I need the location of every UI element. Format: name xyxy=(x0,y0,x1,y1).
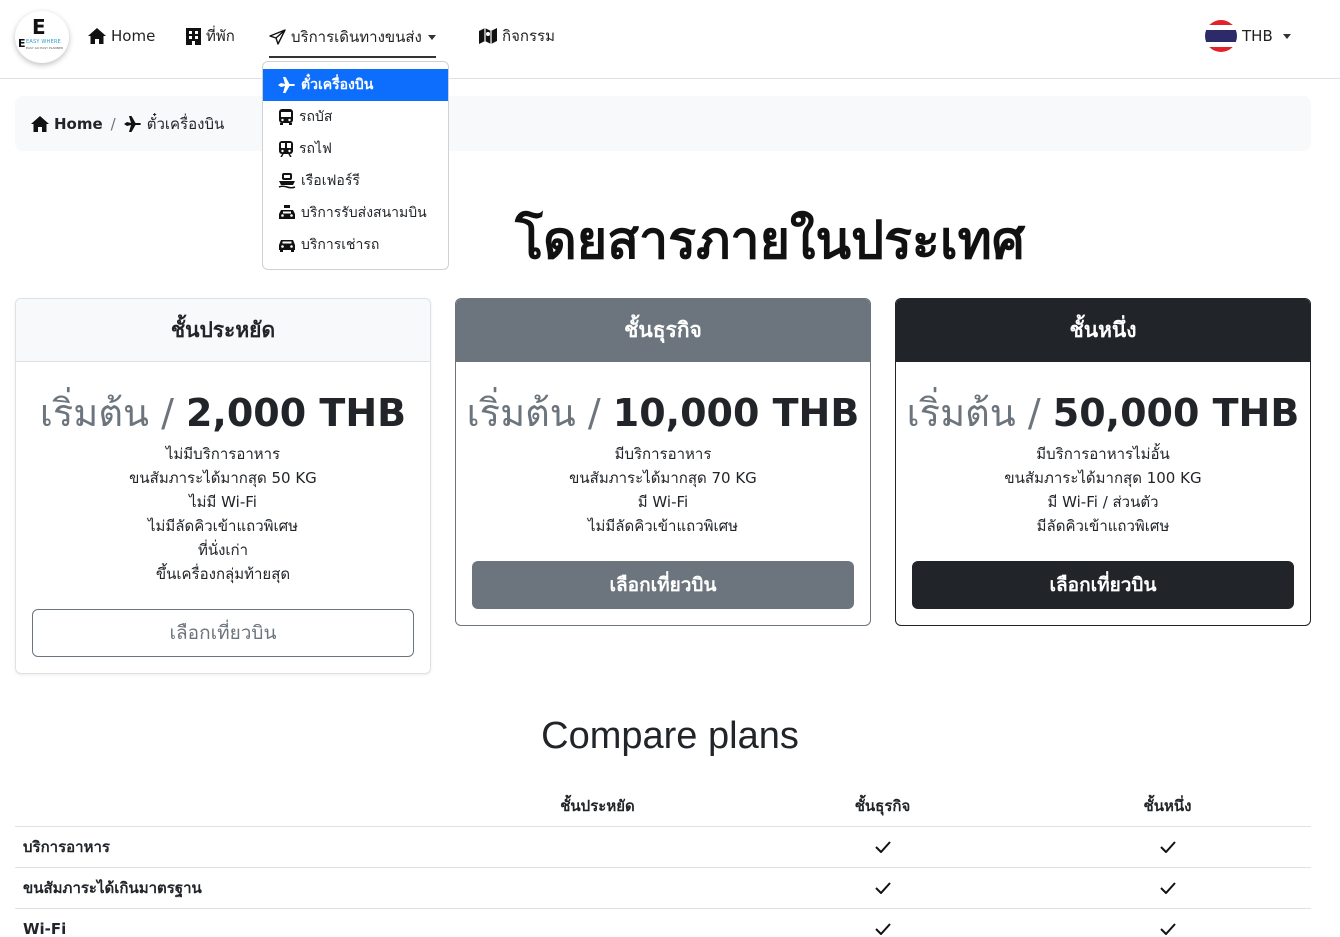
plane-icon xyxy=(123,115,141,132)
plan-feature: ไม่มีลัดคิวเข้าแถวพิเศษ xyxy=(587,517,739,535)
plan-price: เริ่มต้น / 50,000 THB xyxy=(906,391,1300,435)
check-icon xyxy=(740,868,1025,908)
chevron-down-icon xyxy=(427,34,436,40)
plan-feature: ไม่มีบริการอาหาร xyxy=(165,445,281,463)
dropdown-item-airport-transfer[interactable]: บริการรับส่งสนามบิน xyxy=(263,197,448,229)
home-icon xyxy=(31,115,49,132)
check-icon xyxy=(740,827,1025,867)
dropdown-item-label: บริการรับส่งสนามบิน xyxy=(301,205,427,221)
plan-feature: ไม่มีลัดคิวเข้าแถวพิเศษ xyxy=(147,517,299,535)
row-label: บริการอาหาร xyxy=(23,838,110,856)
plan-price: เริ่มต้น / 2,000 THB xyxy=(39,391,407,435)
nav-home[interactable]: Home xyxy=(88,24,155,48)
compare-table: ชั้นประหยัด ชั้นธุรกิจ ชั้นหนึ่ง บริการอ… xyxy=(15,786,1311,937)
dropdown-item-train[interactable]: รถไฟ xyxy=(263,133,448,165)
breadcrumb-current: ตั๋วเครื่องบิน xyxy=(123,112,225,136)
page-title: โดยสารภายในประเทศ xyxy=(515,211,1025,271)
map-icon xyxy=(479,28,497,44)
plan-feature: มี Wi-Fi xyxy=(637,493,689,511)
home-icon xyxy=(88,28,106,44)
logo-letter-small: E xyxy=(18,37,26,50)
plan-name: ชั้นประหยัด xyxy=(16,299,430,362)
plan-features: มีบริการอาหารไม่อั้น ขนสัมภาระได้มากสุด … xyxy=(896,442,1310,538)
nav-transport-label: บริการเดินทางขนส่ง xyxy=(291,28,422,46)
table-row: ขนสัมภาระได้เกินมาตรฐาน xyxy=(15,868,1311,909)
logo-tagline: EASY WHERE xyxy=(26,39,61,45)
plan-card-business: ชั้นธุรกิจ เริ่มต้น / 10,000 THB มีบริกา… xyxy=(455,298,871,626)
plan-feature: ขนสัมภาระได้มากสุด 50 KG xyxy=(129,469,317,487)
select-flight-button[interactable]: เลือกเที่ยวบิน xyxy=(472,561,854,609)
brand-logo[interactable]: E E EASY WHERE EASY GO EASY PLANNER xyxy=(15,11,69,63)
nav-transport-dropdown[interactable]: บริการเดินทางขนส่ง xyxy=(269,24,436,58)
breadcrumb: Home / ตั๋วเครื่องบิน xyxy=(15,96,1311,151)
breadcrumb-separator: / xyxy=(110,114,116,133)
taxi-icon xyxy=(279,205,295,219)
bus-icon xyxy=(279,109,293,125)
breadcrumb-home[interactable]: Home xyxy=(31,115,103,133)
check-icon xyxy=(1025,868,1310,908)
dropdown-item-label: บริการเช่ารถ xyxy=(301,237,380,253)
nav-home-label: Home xyxy=(111,27,156,45)
table-row: บริการอาหาร xyxy=(15,827,1311,868)
table-header-row: ชั้นประหยัด ชั้นธุรกิจ ชั้นหนึ่ง xyxy=(15,786,1311,827)
plan-feature: มีบริการอาหาร xyxy=(614,445,712,463)
plan-price: เริ่มต้น / 10,000 THB xyxy=(466,391,860,435)
plan-features: ไม่มีบริการอาหาร ขนสัมภาระได้มากสุด 50 K… xyxy=(16,442,430,586)
dropdown-item-bus[interactable]: รถบัส xyxy=(263,101,448,133)
check-icon xyxy=(740,909,1025,937)
plan-name: ชั้นหนึ่ง xyxy=(896,299,1310,362)
paper-plane-icon xyxy=(269,29,286,45)
plan-feature: ขึ้นเครื่องกลุ่มท้ายสุด xyxy=(155,565,291,583)
check-icon xyxy=(1025,827,1310,867)
plan-feature: ขนสัมภาระได้มากสุด 100 KG xyxy=(1004,469,1202,487)
compare-title: Compare plans xyxy=(541,715,799,757)
select-flight-button[interactable]: เลือกเที่ยวบิน xyxy=(912,561,1294,609)
row-label: Wi-Fi xyxy=(23,920,67,937)
transport-dropdown-menu: ตั๋วเครื่องบิน รถบัส รถไฟ เรือเฟอร์รี บร… xyxy=(262,61,449,270)
table-header-cell: ชั้นประหยัด xyxy=(560,797,635,815)
logo-letter: E xyxy=(32,15,46,39)
plan-card-first-class: ชั้นหนึ่ง เริ่มต้น / 50,000 THB มีบริการ… xyxy=(895,298,1311,626)
plan-feature: มีลัดคิวเข้าแถวพิเศษ xyxy=(1036,517,1170,535)
dropdown-item-flight[interactable]: ตั๋วเครื่องบิน xyxy=(263,69,448,101)
nav-accommodation-label: ที่พัก xyxy=(206,27,235,45)
chevron-down-icon xyxy=(1282,33,1291,39)
plan-feature: มี Wi-Fi / ส่วนตัว xyxy=(1047,493,1159,511)
plan-feature: ที่นั่งเก่า xyxy=(197,541,249,559)
plan-feature: มีบริการอาหารไม่อั้น xyxy=(1036,445,1170,463)
select-flight-button[interactable]: เลือกเที่ยวบิน xyxy=(32,609,414,657)
car-icon xyxy=(279,240,295,252)
plane-icon xyxy=(278,77,295,93)
currency-selector[interactable]: THB xyxy=(1205,20,1291,52)
table-row: Wi-Fi xyxy=(15,909,1311,937)
dropdown-item-ferry[interactable]: เรือเฟอร์รี xyxy=(263,165,448,197)
plan-card-economy: ชั้นประหยัด เริ่มต้น / 2,000 THB ไม่มีบร… xyxy=(15,298,431,674)
dropdown-item-label: รถไฟ xyxy=(299,141,332,157)
thailand-flag-icon xyxy=(1205,20,1237,52)
nav-activities[interactable]: กิจกรรม xyxy=(479,24,555,48)
dropdown-item-car-rental[interactable]: บริการเช่ารถ xyxy=(263,229,448,261)
dropdown-item-label: รถบัส xyxy=(299,109,333,125)
plan-name: ชั้นธุรกิจ xyxy=(456,299,870,362)
train-icon xyxy=(279,141,293,157)
top-navbar: E E EASY WHERE EASY GO EASY PLANNER Home… xyxy=(0,0,1340,79)
plan-feature: ขนสัมภาระได้มากสุด 70 KG xyxy=(569,469,757,487)
nav-activities-label: กิจกรรม xyxy=(502,27,555,45)
building-icon xyxy=(186,27,201,45)
currency-label: THB xyxy=(1242,27,1273,45)
dropdown-item-label: เรือเฟอร์รี xyxy=(301,173,360,189)
plan-feature: ไม่มี Wi-Fi xyxy=(189,493,257,511)
row-label: ขนสัมภาระได้เกินมาตรฐาน xyxy=(23,879,202,897)
breadcrumb-current-label: ตั๋วเครื่องบิน xyxy=(146,114,225,133)
breadcrumb-home-label: Home xyxy=(54,114,103,133)
nav-accommodation[interactable]: ที่พัก xyxy=(186,24,235,48)
dropdown-item-label: ตั๋วเครื่องบิน xyxy=(301,77,374,93)
ferry-icon xyxy=(278,173,296,189)
logo-subtagline: EASY GO EASY PLANNER xyxy=(26,46,63,50)
plan-features: มีบริการอาหาร ขนสัมภาระได้มากสุด 70 KG ม… xyxy=(456,442,870,538)
check-icon xyxy=(1025,909,1310,937)
table-header-cell: ชั้นหนึ่ง xyxy=(1143,797,1192,815)
table-header-cell: ชั้นธุรกิจ xyxy=(854,797,911,815)
